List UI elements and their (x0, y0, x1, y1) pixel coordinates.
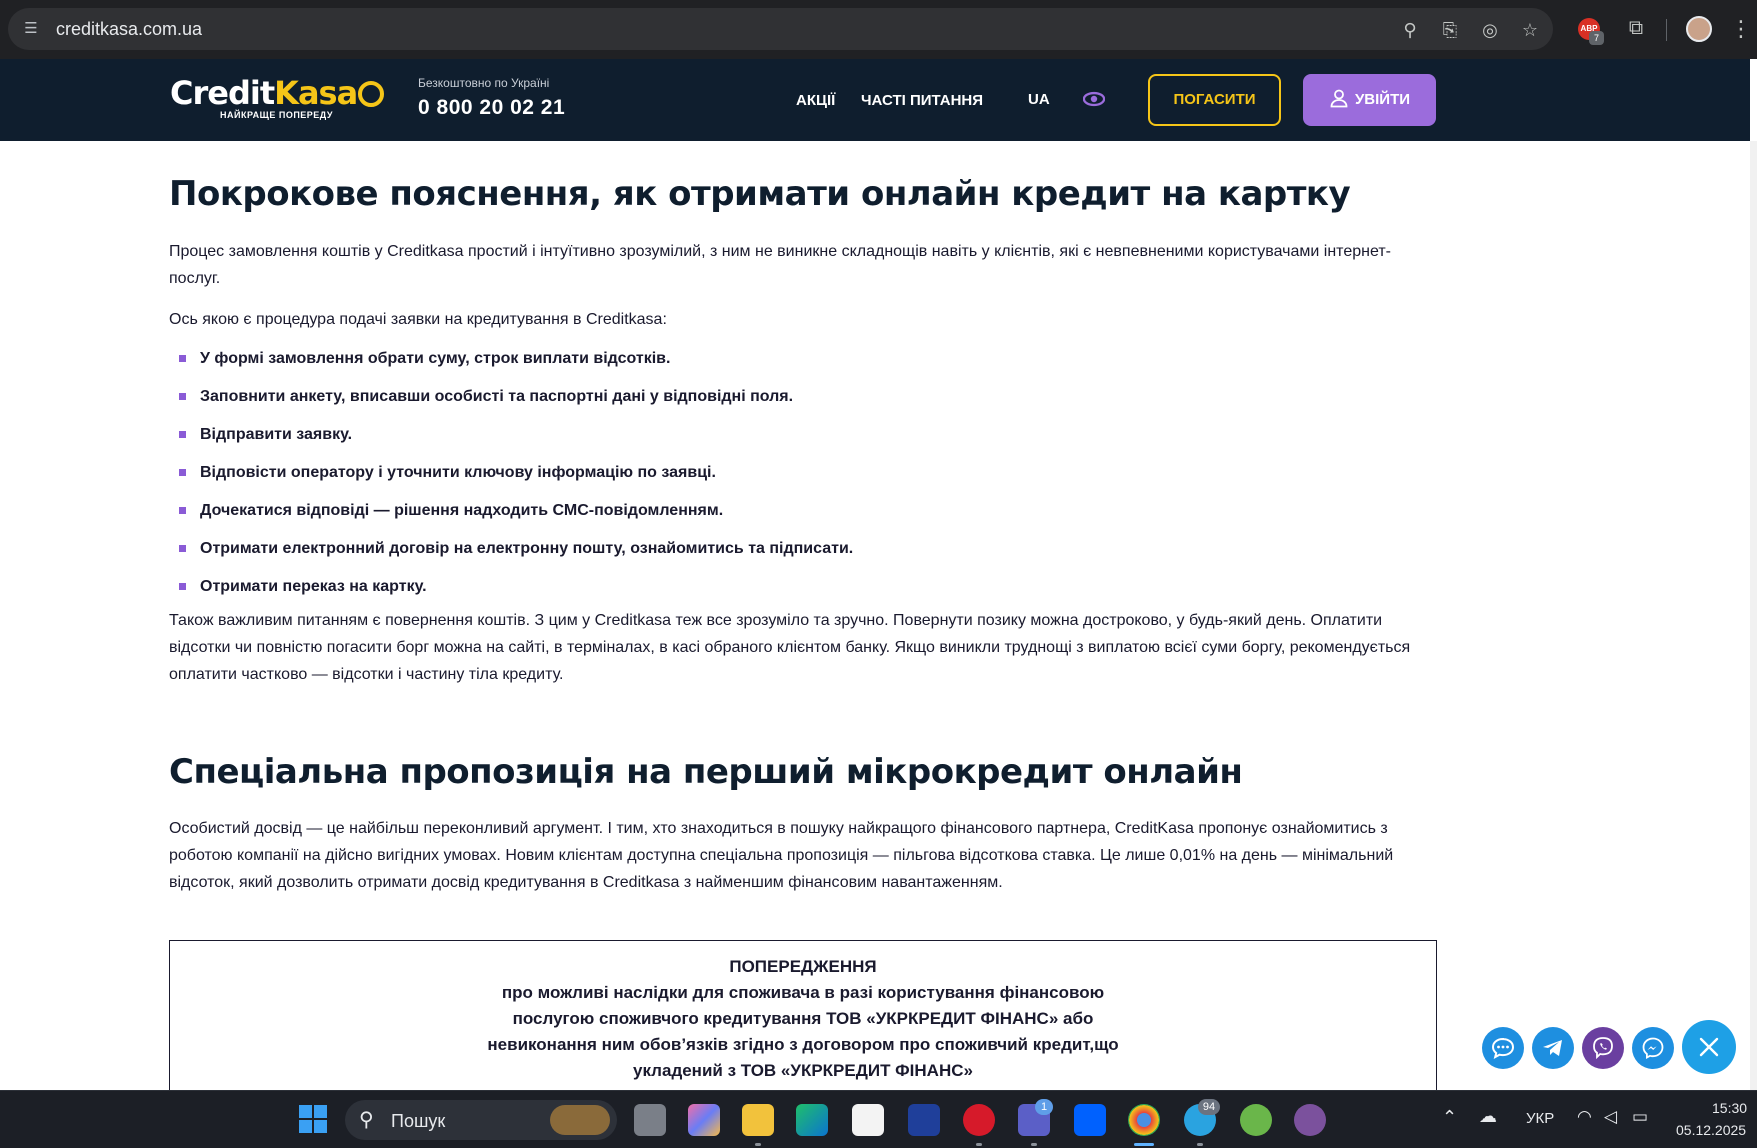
list-item: Отримати електронний договір на електрон… (169, 530, 853, 568)
section2-title: Спеціальна пропозиція на перший мікрокре… (169, 752, 1243, 792)
active-indicator (1134, 1143, 1154, 1146)
file-explorer-icon[interactable] (742, 1104, 774, 1136)
tray-overflow-chevron-icon[interactable]: ⌃ (1442, 1107, 1457, 1128)
page-scrollbar[interactable] (1750, 141, 1757, 1090)
search-highlight-image (550, 1105, 610, 1135)
taskbar-search[interactable]: ⚲ Пошук (345, 1100, 617, 1140)
wifi-icon[interactable]: ◠ (1577, 1107, 1592, 1127)
volume-icon[interactable]: ◁ (1604, 1107, 1617, 1127)
clock-date[interactable]: 05.12.2025 (1676, 1122, 1746, 1138)
close-contacts-button[interactable] (1682, 1020, 1736, 1074)
ms-store-icon[interactable] (852, 1104, 884, 1136)
phone-block: Безкоштовно по Україні 0 800 20 02 21 (418, 76, 565, 120)
language-switch[interactable]: UA (1028, 91, 1050, 108)
login-button[interactable]: УВІЙТИ (1303, 74, 1436, 126)
section2-body: Особистий досвід — це найбільш переконли… (169, 820, 1394, 891)
windows-start-icon[interactable] (298, 1104, 328, 1134)
running-indicator (1031, 1143, 1037, 1146)
extensions-puzzle-icon[interactable]: ⧉ (1624, 16, 1648, 40)
section1-lead: Ось якою є процедура подачі заявки на кр… (169, 311, 667, 328)
nav-promotions[interactable]: АКЦІЇ (796, 92, 835, 109)
task-view-icon[interactable] (634, 1104, 666, 1136)
running-indicator (1197, 1143, 1203, 1146)
user-icon (1330, 89, 1348, 108)
opera-icon[interactable] (963, 1104, 995, 1136)
messenger-icon (1642, 1037, 1664, 1060)
running-indicator (755, 1143, 761, 1146)
taskbar-search-input[interactable]: Пошук (391, 1111, 445, 1132)
close-icon (1699, 1037, 1719, 1057)
steps-list: У формі замовлення обрати суму, строк ви… (169, 340, 853, 606)
l-app-icon[interactable] (908, 1104, 940, 1136)
logo-target-icon (358, 81, 384, 107)
running-indicator (976, 1143, 982, 1146)
viber-taskbar-icon[interactable] (1294, 1104, 1326, 1136)
login-button-label: УВІЙТИ (1354, 91, 1411, 108)
pay-loan-button[interactable]: ПОГАСИТИ (1148, 74, 1281, 126)
chat-button[interactable] (1482, 1027, 1524, 1069)
list-item: Отримати переказ на картку. (169, 568, 853, 606)
viber-icon (1593, 1037, 1613, 1060)
viber-button[interactable] (1582, 1027, 1624, 1069)
warning-line: про можливі наслідки для споживача в раз… (501, 983, 1105, 1002)
phone-note: Безкоштовно по Україні (418, 76, 550, 90)
chat-bubble-icon (1491, 1037, 1515, 1059)
address-bar[interactable]: ☰ creditkasa.com.ua ⚲ ⎘ ◎ ☆ (8, 8, 1553, 50)
windows-taskbar: ⚲ Пошук 1 94 ⌃ ☁ УКР ◠ ◁ ▭ 15:30 05.12.2… (0, 1090, 1757, 1148)
chrome-icon[interactable] (1128, 1104, 1160, 1136)
profile-avatar[interactable] (1686, 16, 1712, 42)
nav-faq[interactable]: ЧАСТІ ПИТАННЯ (861, 92, 983, 109)
teams-badge: 1 (1035, 1099, 1053, 1115)
clock-time[interactable]: 15:30 (1712, 1100, 1747, 1116)
browser-toolbar: ☰ creditkasa.com.ua ⚲ ⎘ ◎ ☆ ABP 7 ⧉ ⋮ (0, 0, 1757, 59)
site-info-icon[interactable]: ☰ (22, 20, 40, 38)
onedrive-cloud-icon[interactable]: ☁ (1479, 1106, 1497, 1127)
warning-box: ПОПЕРЕДЖЕННЯ про можливі наслідки для сп… (169, 940, 1437, 1100)
messenger-button[interactable] (1632, 1027, 1674, 1069)
phone-number-link[interactable]: 0 800 20 02 21 (418, 96, 565, 120)
toolbar-divider (1666, 19, 1667, 41)
section1-intro: Процес замовлення коштів у Creditkasa пр… (169, 243, 1391, 287)
battery-icon[interactable]: ▭ (1632, 1107, 1648, 1127)
logo-credit-text: Credit (170, 74, 275, 112)
list-item: Відправити заявку. (169, 416, 853, 454)
telegram-badge: 94 (1198, 1099, 1220, 1115)
list-item: У формі замовлення обрати суму, строк ви… (169, 340, 853, 378)
dropbox-icon[interactable] (1074, 1104, 1106, 1136)
creditkasa-logo[interactable]: CreditKasa НАЙКРАЩЕ ПОПЕРЕДУ (170, 74, 384, 120)
edge-icon[interactable] (796, 1104, 828, 1136)
zoom-icon[interactable]: ⚲ (1398, 18, 1422, 42)
section1-title: Покрокове пояснення, як отримати онлайн … (169, 174, 1351, 214)
logo-kasa-text: Kasa (274, 74, 358, 112)
url-text[interactable]: creditkasa.com.ua (56, 19, 202, 40)
utorrent-icon[interactable] (1240, 1104, 1272, 1136)
tracking-protection-icon[interactable]: ◎ (1478, 18, 1502, 42)
site-header: CreditKasa НАЙКРАЩЕ ПОПЕРЕДУ Безкоштовно… (0, 59, 1750, 141)
list-item: Заповнити анкету, вписавши особисті та п… (169, 378, 853, 416)
browser-menu-icon[interactable]: ⋮ (1730, 14, 1752, 44)
list-item: Дочекатися відповіді — рішення надходить… (169, 492, 853, 530)
list-item: Відповісти оператору і уточнити ключову … (169, 454, 853, 492)
bookmark-star-icon[interactable]: ☆ (1518, 18, 1542, 42)
warning-line: послугою споживчого кредитування ТОВ «УК… (512, 1009, 1094, 1028)
telegram-icon (1543, 1040, 1562, 1056)
search-icon: ⚲ (359, 1109, 374, 1131)
accessibility-eye-icon[interactable] (1083, 91, 1105, 107)
adblock-count-badge: 7 (1589, 31, 1604, 45)
telegram-button[interactable] (1532, 1027, 1574, 1069)
section1-outro: Також важливим питанням є повернення кош… (169, 612, 1411, 683)
copilot-icon[interactable] (688, 1104, 720, 1136)
warning-line: невиконання ним обов’язків згідно з дого… (487, 1035, 1119, 1054)
input-language[interactable]: УКР (1526, 1110, 1554, 1127)
warning-line: укладений з ТОВ «УКРКРЕДИТ ФІНАНС» (633, 1061, 973, 1080)
warning-heading: ПОПЕРЕДЖЕННЯ (729, 957, 877, 976)
install-app-icon[interactable]: ⎘ (1438, 18, 1462, 42)
